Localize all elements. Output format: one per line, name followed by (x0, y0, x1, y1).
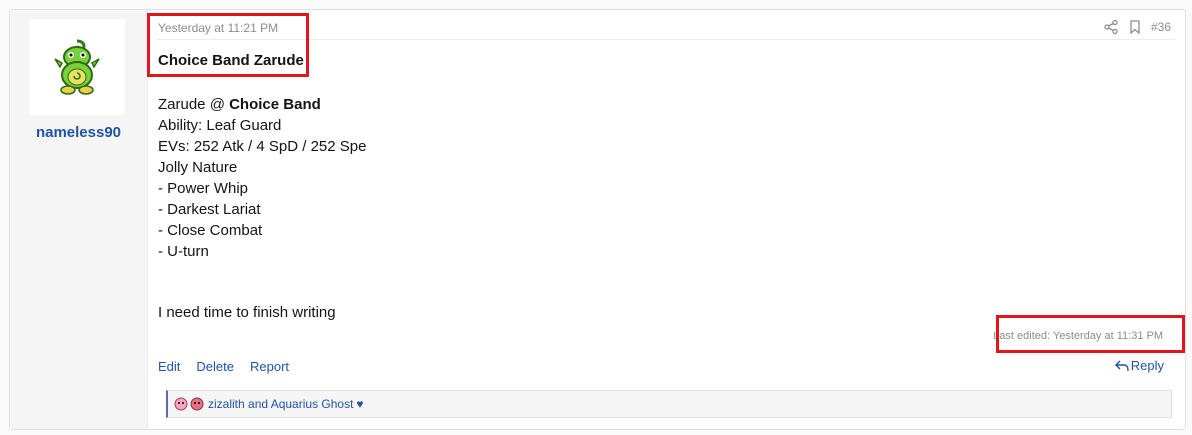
reaction-face-icon (174, 397, 188, 411)
reply-label: Reply (1130, 358, 1164, 373)
body-line: - Darkest Lariat (158, 201, 261, 218)
reaction-icons (174, 397, 204, 411)
reaction-users-link[interactable]: zizalith and Aquarius Ghost (208, 397, 353, 411)
header-divider (157, 39, 1175, 40)
body-line: - Close Combat (158, 222, 263, 239)
set-header-line: Zarude @ Choice Band (158, 94, 366, 115)
body-line: Ability: Leaf Guard (158, 117, 282, 134)
share-icon[interactable] (1103, 19, 1119, 35)
post-body: Zarude @ Choice Band Ability: Leaf Guard… (158, 94, 366, 262)
body-line: - Power Whip (158, 180, 249, 197)
reply-button[interactable]: Reply (1114, 358, 1164, 373)
politoed-sprite-icon (54, 39, 100, 95)
post-header-actions: #36 (1103, 19, 1171, 35)
highlight-box-title (147, 13, 309, 77)
edit-link[interactable]: Edit (158, 359, 180, 374)
avatar[interactable] (29, 19, 125, 115)
highlight-box-edited (996, 315, 1185, 353)
body-line: Jolly Nature (158, 159, 238, 176)
bookmark-icon[interactable] (1127, 19, 1143, 35)
body-line: - U-turn (158, 243, 209, 260)
heart-icon: ♥ (356, 397, 364, 411)
username-link[interactable]: nameless90 (10, 124, 147, 141)
post-number[interactable]: #36 (1151, 20, 1171, 34)
set-species: Zarude @ (158, 96, 230, 113)
reply-icon (1114, 360, 1129, 371)
user-sidebar: nameless90 (10, 10, 148, 429)
reactions-bar[interactable]: zizalith and Aquarius Ghost ♥ (166, 390, 1172, 418)
delete-link[interactable]: Delete (196, 359, 234, 374)
closing-text: I need time to finish writing (158, 304, 336, 321)
post-footer-actions: Edit Delete Report (158, 359, 289, 374)
report-link[interactable]: Report (250, 359, 289, 374)
body-line: EVs: 252 Atk / 4 SpD / 252 Spe (158, 138, 367, 155)
reaction-face-icon (190, 397, 204, 411)
set-item: Choice Band (229, 96, 321, 113)
post-main: Yesterday at 11:21 PM #36 Choice Band Za… (157, 10, 1175, 429)
